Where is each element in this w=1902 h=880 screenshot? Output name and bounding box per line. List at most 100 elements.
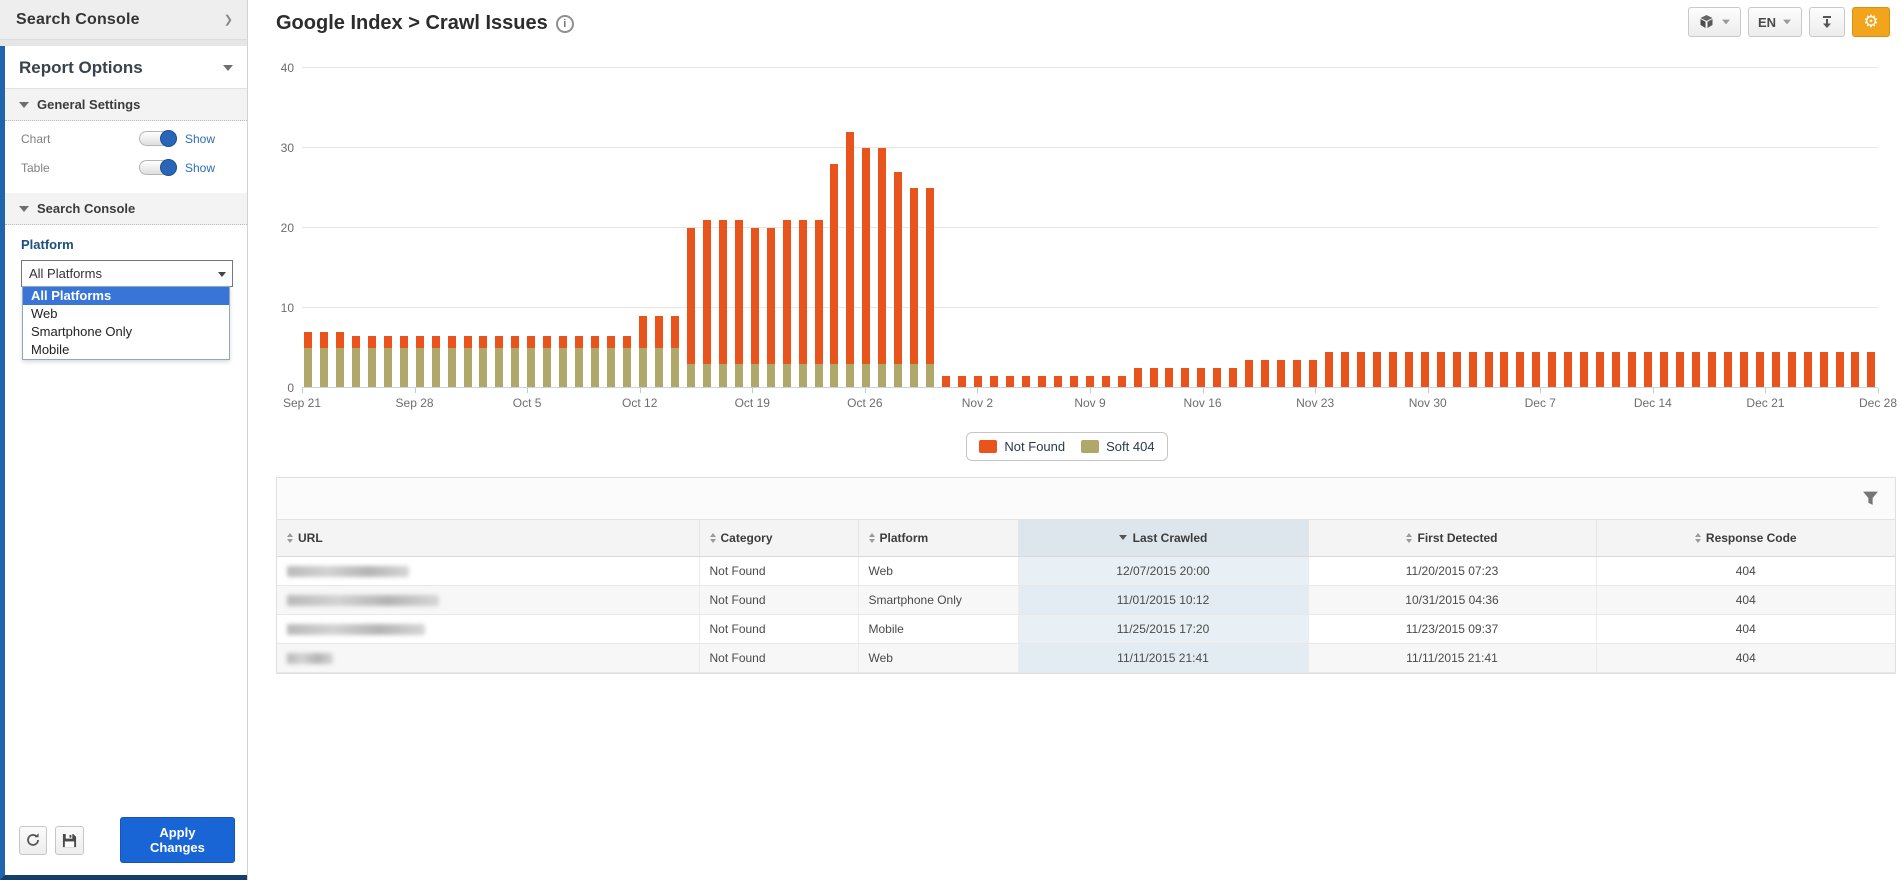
chart-bar[interactable] bbox=[1309, 360, 1317, 388]
chart-bar[interactable] bbox=[862, 148, 870, 388]
column-header[interactable]: URL bbox=[277, 520, 699, 556]
chart-bar[interactable] bbox=[495, 336, 503, 388]
column-header[interactable]: Category bbox=[699, 520, 858, 556]
chart-bar[interactable] bbox=[1804, 352, 1812, 388]
chart-bar[interactable] bbox=[1197, 368, 1205, 388]
chart-bar[interactable] bbox=[1580, 352, 1588, 388]
chart-bar[interactable] bbox=[1181, 368, 1189, 388]
toggle-switch[interactable] bbox=[139, 131, 177, 146]
chart-bar[interactable] bbox=[1437, 352, 1445, 388]
chart-bar[interactable] bbox=[1867, 352, 1875, 388]
chart-bar[interactable] bbox=[1421, 352, 1429, 388]
chart-bar[interactable] bbox=[1485, 352, 1493, 388]
save-button[interactable] bbox=[55, 826, 83, 855]
chart-bar[interactable] bbox=[1261, 360, 1269, 388]
chart-bar[interactable] bbox=[639, 316, 647, 388]
chart-bar[interactable] bbox=[591, 336, 599, 388]
chart-bar[interactable] bbox=[687, 228, 695, 388]
chart-bar[interactable] bbox=[464, 336, 472, 388]
platform-select[interactable]: All Platforms All PlatformsWebSmartphone… bbox=[21, 260, 233, 287]
url-cell[interactable] bbox=[277, 585, 699, 614]
platform-option[interactable]: All Platforms bbox=[23, 287, 229, 305]
chart-bar[interactable] bbox=[1532, 352, 1540, 388]
chart-bar[interactable] bbox=[1740, 352, 1748, 388]
chart-bar[interactable] bbox=[1405, 352, 1413, 388]
chart-bar[interactable] bbox=[1772, 352, 1780, 388]
chart-bar[interactable] bbox=[1724, 352, 1732, 388]
chart-bar[interactable] bbox=[432, 336, 440, 388]
export-button[interactable] bbox=[1688, 7, 1741, 37]
chevron-down-icon[interactable] bbox=[223, 65, 233, 71]
chart-bar[interactable] bbox=[400, 336, 408, 388]
chart-bar[interactable] bbox=[384, 336, 392, 388]
legend-item[interactable]: Soft 404 bbox=[1081, 439, 1154, 454]
chart-bar[interactable] bbox=[735, 220, 743, 388]
column-header[interactable]: Platform bbox=[858, 520, 1018, 556]
chart-bar[interactable] bbox=[703, 220, 711, 388]
chart-bar[interactable] bbox=[304, 332, 312, 388]
chart-bar[interactable] bbox=[1150, 368, 1158, 388]
chart-bar[interactable] bbox=[671, 316, 679, 388]
chart-bar[interactable] bbox=[623, 336, 631, 388]
column-header[interactable]: Last Crawled bbox=[1018, 520, 1308, 556]
chart-bar[interactable] bbox=[607, 336, 615, 388]
chart-bar[interactable] bbox=[1373, 352, 1381, 388]
section-general-settings[interactable]: General Settings bbox=[5, 89, 247, 121]
chart-bar[interactable] bbox=[1708, 352, 1716, 388]
chart-bar[interactable] bbox=[719, 220, 727, 388]
platform-option[interactable]: Mobile bbox=[23, 341, 229, 359]
chart-bar[interactable] bbox=[1692, 352, 1700, 388]
language-button[interactable]: EN bbox=[1748, 7, 1802, 37]
chart-bar[interactable] bbox=[1516, 352, 1524, 388]
chart-bar[interactable] bbox=[1756, 352, 1764, 388]
chart-bar[interactable] bbox=[1788, 352, 1796, 388]
toggle-switch[interactable] bbox=[139, 160, 177, 175]
refresh-button[interactable] bbox=[19, 826, 47, 855]
chart-bar[interactable] bbox=[926, 188, 934, 388]
chart-bar[interactable] bbox=[1293, 360, 1301, 388]
chart-bar[interactable] bbox=[1612, 352, 1620, 388]
chart-bar[interactable] bbox=[1453, 352, 1461, 388]
chart-bar[interactable] bbox=[1134, 368, 1142, 388]
chart-bar[interactable] bbox=[1229, 368, 1237, 388]
column-header[interactable]: Response Code bbox=[1596, 520, 1895, 556]
url-cell[interactable] bbox=[277, 556, 699, 585]
chart-bar[interactable] bbox=[1389, 352, 1397, 388]
chart-bar[interactable] bbox=[830, 164, 838, 388]
chart-bar[interactable] bbox=[368, 336, 376, 388]
chart-bar[interactable] bbox=[1676, 352, 1684, 388]
chart-bar[interactable] bbox=[527, 336, 535, 388]
chart-bar[interactable] bbox=[1245, 360, 1253, 388]
chart-bar[interactable] bbox=[878, 148, 886, 388]
chart-bar[interactable] bbox=[1836, 352, 1844, 388]
chart-bar[interactable] bbox=[320, 332, 328, 388]
chart-bar[interactable] bbox=[416, 336, 424, 388]
chart-bar[interactable] bbox=[1851, 352, 1859, 388]
chart-bar[interactable] bbox=[543, 336, 551, 388]
chart-bar[interactable] bbox=[559, 336, 567, 388]
chart-bar[interactable] bbox=[751, 228, 759, 388]
url-cell[interactable] bbox=[277, 643, 699, 672]
chart-bar[interactable] bbox=[910, 188, 918, 388]
chart-bar[interactable] bbox=[479, 336, 487, 388]
chart-bar[interactable] bbox=[1277, 360, 1285, 388]
settings-button[interactable]: ⚙ bbox=[1852, 7, 1890, 37]
chart-bar[interactable] bbox=[799, 220, 807, 388]
info-icon[interactable]: i bbox=[556, 15, 574, 33]
collapse-sidebar-icon[interactable]: ❯ bbox=[224, 13, 233, 26]
url-cell[interactable] bbox=[277, 614, 699, 643]
apply-changes-button[interactable]: Apply Changes bbox=[120, 817, 235, 863]
chart-bar[interactable] bbox=[655, 316, 663, 388]
legend-item[interactable]: Not Found bbox=[979, 439, 1065, 454]
chart-bar[interactable] bbox=[1325, 352, 1333, 388]
platform-option[interactable]: Web bbox=[23, 305, 229, 323]
platform-option[interactable]: Smartphone Only bbox=[23, 323, 229, 341]
chart-bar[interactable] bbox=[511, 336, 519, 388]
chart-bar[interactable] bbox=[1500, 352, 1508, 388]
chart-bar[interactable] bbox=[1820, 352, 1828, 388]
column-header[interactable]: First Detected bbox=[1308, 520, 1596, 556]
chart-bar[interactable] bbox=[1357, 352, 1365, 388]
chart-bar[interactable] bbox=[767, 228, 775, 388]
chart-bar[interactable] bbox=[1165, 368, 1173, 388]
chart-bar[interactable] bbox=[1644, 352, 1652, 388]
